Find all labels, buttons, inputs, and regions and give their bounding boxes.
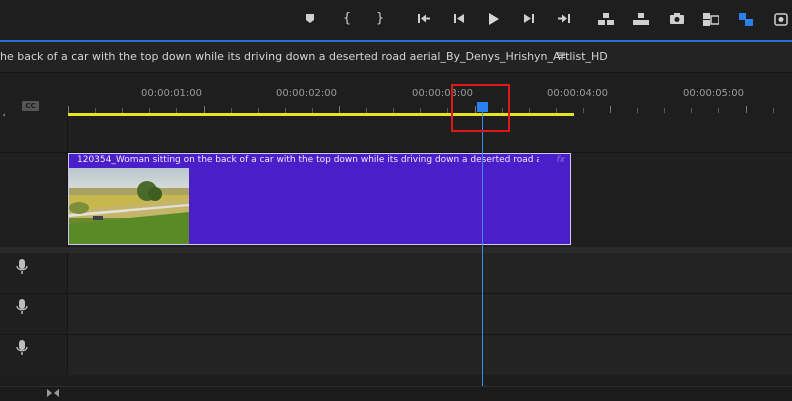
mark-in-button[interactable]: { bbox=[336, 8, 358, 30]
ruler-tick bbox=[745, 106, 747, 113]
ruler-tick bbox=[664, 108, 666, 113]
track-header-v2[interactable] bbox=[0, 116, 68, 152]
track-header-v1[interactable] bbox=[0, 153, 68, 247]
ruler-tick bbox=[610, 106, 611, 113]
fx-badge[interactable]: fx bbox=[557, 155, 566, 165]
marker-button[interactable] bbox=[299, 8, 321, 30]
multicam-icon bbox=[774, 13, 788, 26]
track-a2[interactable] bbox=[68, 294, 792, 334]
clip-thumbnail bbox=[69, 168, 189, 244]
track-a1[interactable] bbox=[68, 253, 792, 293]
step-back-button[interactable] bbox=[448, 8, 470, 30]
proxy-toggle-button[interactable] bbox=[735, 8, 757, 30]
track-header-a3[interactable] bbox=[0, 335, 68, 375]
playhead-line bbox=[482, 110, 483, 386]
transport-bar: { } bbox=[0, 0, 792, 40]
ruler-tick bbox=[68, 106, 69, 113]
track-header-a2[interactable] bbox=[0, 294, 68, 334]
sequence-title: he back of a car with the top down while… bbox=[0, 50, 608, 63]
go-to-in-icon bbox=[418, 14, 430, 23]
track-header-a1[interactable] bbox=[0, 253, 68, 293]
timecode-label: 00:00:02:00 bbox=[276, 88, 338, 99]
ruler-tick bbox=[691, 108, 693, 113]
menu-icon[interactable]: ≡ bbox=[556, 48, 566, 62]
timeline-scrollbar[interactable] bbox=[0, 386, 792, 401]
step-forward-icon bbox=[524, 14, 534, 23]
track-v2[interactable] bbox=[68, 116, 792, 152]
ruler-tick bbox=[582, 108, 584, 113]
comparison-view-button[interactable] bbox=[700, 8, 722, 30]
play-button[interactable] bbox=[482, 8, 504, 30]
microphone-icon[interactable] bbox=[16, 340, 28, 356]
ruler-tick bbox=[772, 108, 774, 113]
highlight-annotation bbox=[451, 84, 510, 132]
play-icon bbox=[489, 13, 499, 25]
step-back-icon bbox=[454, 14, 464, 23]
mark-out-icon: } bbox=[375, 11, 385, 26]
captions-badge[interactable]: CC bbox=[22, 101, 39, 111]
lift-icon bbox=[598, 13, 614, 25]
video-clip[interactable]: 120354_Woman sitting on the back of a ca… bbox=[68, 153, 571, 245]
marker-icon bbox=[306, 14, 314, 23]
mark-in-icon: { bbox=[342, 11, 352, 26]
timecode-label: 00:00:04:00 bbox=[547, 88, 609, 99]
track-a3[interactable] bbox=[68, 335, 792, 375]
lift-button[interactable] bbox=[595, 8, 617, 30]
clip-label: 120354_Woman sitting on the back of a ca… bbox=[77, 155, 539, 165]
go-to-out-icon bbox=[558, 14, 570, 23]
go-to-in-button[interactable] bbox=[413, 8, 435, 30]
time-ruler[interactable]: 00:00:01:00 00:00:02:00 00:00:03:00 00:0… bbox=[0, 73, 792, 115]
export-frame-button[interactable] bbox=[666, 8, 688, 30]
comparison-icon bbox=[703, 13, 719, 26]
track-lock-icon bbox=[0, 104, 5, 119]
microphone-icon[interactable] bbox=[16, 259, 28, 275]
ruler-tick bbox=[718, 108, 720, 113]
mark-out-button[interactable]: } bbox=[369, 8, 391, 30]
timecode-label: 00:00:05:00 bbox=[683, 88, 745, 99]
sequence-tab[interactable]: he back of a car with the top down while… bbox=[0, 42, 792, 73]
camera-icon bbox=[670, 13, 684, 24]
ruler-tick bbox=[637, 108, 639, 113]
ruler-tick bbox=[339, 106, 340, 113]
go-to-out-button[interactable] bbox=[553, 8, 575, 30]
extract-button[interactable] bbox=[630, 8, 652, 30]
timecode-label: 00:00:01:00 bbox=[141, 88, 203, 99]
multi-camera-button[interactable] bbox=[770, 8, 792, 30]
step-forward-button[interactable] bbox=[518, 8, 540, 30]
proxy-icon bbox=[739, 13, 753, 26]
zoom-handle-icon[interactable] bbox=[47, 389, 59, 397]
ruler-tick bbox=[203, 106, 205, 113]
extract-icon bbox=[633, 13, 649, 25]
microphone-icon[interactable] bbox=[16, 299, 28, 315]
